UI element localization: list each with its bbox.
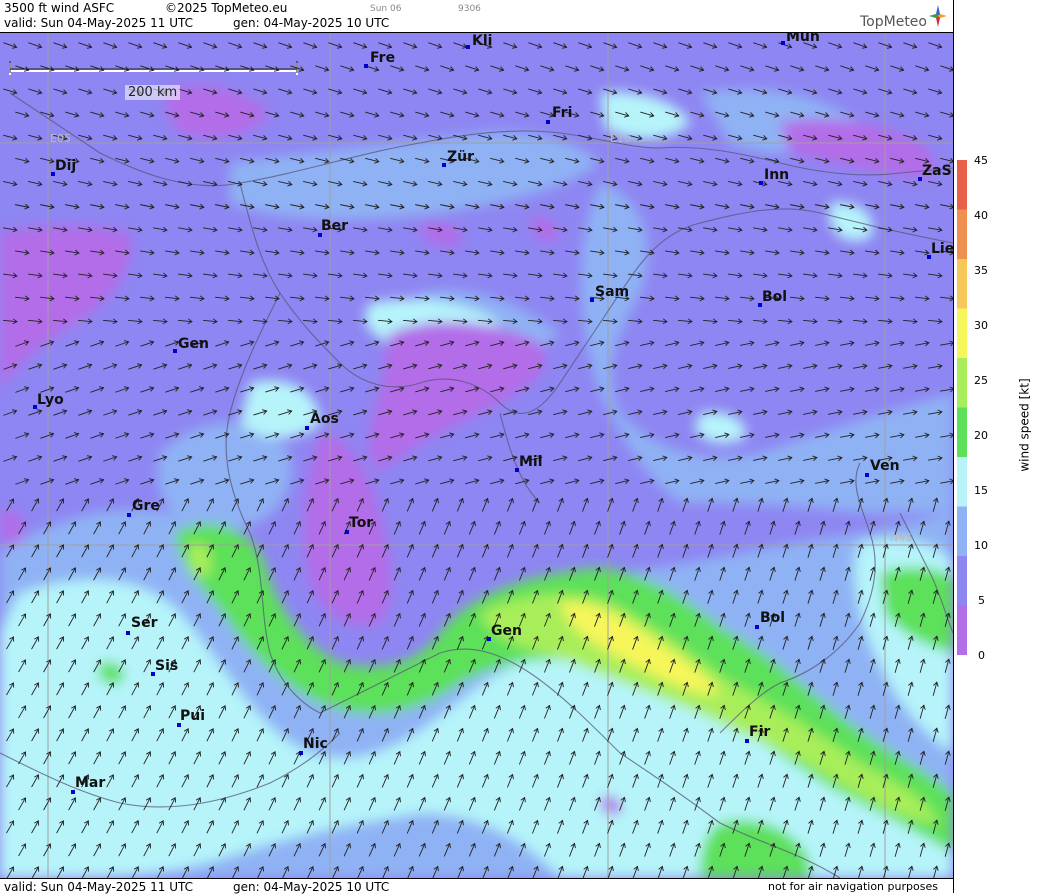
city-label: Dij [55, 158, 77, 174]
city-label: Ber [321, 218, 349, 234]
valid-time: valid: Sun 04-May-2025 11 UTC [4, 16, 193, 30]
city-label: Fir [749, 724, 771, 740]
wind-field-svg [0, 33, 953, 878]
city-label: Ser [131, 615, 158, 631]
city-label: ZaS [922, 163, 952, 179]
city-label: Bol [762, 289, 788, 305]
colorbar-swatch [957, 457, 967, 507]
city-label: Inn [764, 167, 790, 183]
colorbar-swatch [957, 160, 967, 210]
copyright-text: ©2025 TopMeteo.eu [165, 1, 288, 15]
city-label: Zür [447, 149, 475, 165]
city-label: Pui [180, 708, 206, 724]
city-label: Gen [491, 623, 522, 639]
city-label: Tor [349, 515, 374, 531]
footer-gen-time: gen: 04-May-2025 10 UTC [233, 880, 390, 894]
wind-map[interactable]: 200 km E05 E10 N45 Kli Mün Fre Fri Dij Z… [0, 33, 953, 878]
colorbar-swatch [957, 407, 967, 457]
gen-time: gen: 04-May-2025 10 UTC [233, 16, 390, 30]
colorbar-tick: 35 [974, 264, 988, 277]
colorbar-title: wind speed [kt] [1017, 378, 1032, 472]
colorbar-tick: 45 [974, 154, 988, 167]
grid-label-n45: N45 [890, 531, 913, 544]
colorbar-tick: 40 [974, 209, 988, 222]
grid-label-e05: E05 [50, 132, 71, 145]
city-label: Nic [303, 736, 328, 752]
colorbar-tick: 0 [978, 649, 985, 662]
colorbar-swatch [957, 209, 967, 259]
city-label: Mil [519, 454, 543, 470]
city-label: Bol [760, 610, 786, 626]
disclaimer: not for air navigation purposes [768, 880, 938, 893]
scale-label: 200 km [125, 85, 181, 100]
city-label: Fre [370, 50, 396, 66]
city-label: Gre [132, 498, 160, 514]
city-label: Kli [472, 33, 493, 49]
colorbar-tick: 20 [974, 429, 988, 442]
code-tab[interactable]: 9306 [458, 4, 481, 14]
city-label: Mün [786, 33, 820, 45]
colorbar-tick: 30 [974, 319, 988, 332]
city-label: Aos [310, 411, 339, 427]
city-label: Lie [931, 241, 953, 257]
city-label: Gen [178, 336, 209, 352]
footer-valid-time: valid: Sun 04-May-2025 11 UTC [4, 880, 193, 894]
colorbar-tick: 5 [978, 594, 985, 607]
colorbar-swatch [957, 358, 967, 408]
colorbar-tick: 10 [974, 539, 988, 552]
city-label: Ven [870, 458, 900, 474]
map-footer: valid: Sun 04-May-2025 11 UTC gen: 04-Ma… [0, 878, 953, 894]
city-label: Fri [552, 105, 573, 121]
colorbar-tick: 15 [974, 484, 988, 497]
colorbar-swatch [957, 506, 967, 556]
colorbar-swatch [957, 308, 967, 358]
city-label: Sis [155, 658, 179, 674]
colorbar-tick: 25 [974, 374, 988, 387]
city-label: Mar [75, 775, 106, 791]
topmeteo-logo: TopMeteo [860, 14, 927, 30]
map-header: 3500 ft wind ASFC ©2025 TopMeteo.eu Sun … [0, 0, 953, 33]
city-label: Sam [595, 284, 630, 300]
day-tab[interactable]: Sun 06 [370, 4, 401, 14]
colorbar-swatch [957, 556, 967, 606]
grid-label-e10: E10 [610, 132, 631, 145]
colorbar-swatch [957, 605, 967, 655]
compass-star-icon [929, 5, 947, 27]
product-title: 3500 ft wind ASFC [4, 1, 115, 15]
city-label: Lyo [37, 392, 64, 408]
colorbar-swatch [957, 259, 967, 309]
